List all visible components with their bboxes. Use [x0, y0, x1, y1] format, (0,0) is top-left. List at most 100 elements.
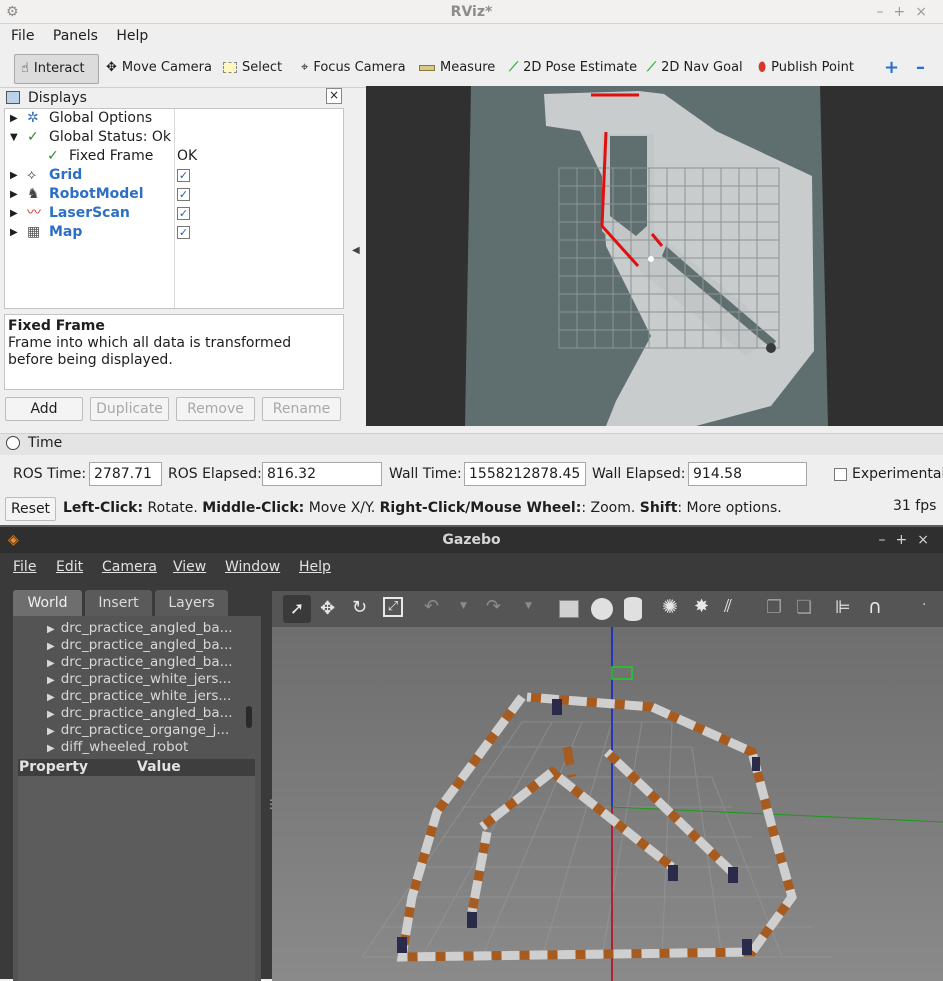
interact-tool[interactable]: ☝ Interact: [14, 54, 99, 84]
gazebo-menu-edit[interactable]: Edit: [56, 555, 83, 579]
status-hint: Left-Click: Rotate. Middle-Click: Move X…: [63, 500, 782, 516]
gazebo-menu-view[interactable]: View: [173, 555, 206, 579]
chevron-down-icon[interactable]: ▼: [460, 601, 467, 611]
spot-light-icon[interactable]: ✸: [694, 596, 709, 617]
rename-button[interactable]: Rename: [262, 397, 341, 421]
ros-elapsed-field[interactable]: 816.32: [262, 462, 382, 486]
gazebo-menu-window[interactable]: Window: [225, 555, 280, 579]
expand-arrow-icon[interactable]: ▶: [10, 109, 18, 128]
laserscan-enabled-checkbox[interactable]: ✓: [177, 207, 190, 220]
experimental-checkbox[interactable]: [834, 468, 847, 481]
collapse-panel-arrow-icon[interactable]: ◀: [352, 245, 360, 256]
list-item[interactable]: ▶ drc_practice_angled_ba...: [47, 654, 233, 671]
map-pin-icon: ⬮: [758, 60, 767, 75]
pose-estimate-tool[interactable]: ⟋ 2D Pose Estimate: [503, 54, 643, 84]
rviz-title-bar: ⚙ RViz* –+×: [0, 0, 943, 24]
publish-point-tool[interactable]: ⬮ Publish Point: [752, 54, 860, 84]
gazebo-toolbar: ➚ ✥ ↻ ⤢ ↶ ▼ ↷ ▼ ✺ ✸ ⫽ ❐ ❏ ⊫ ∩ ⋅: [272, 591, 943, 627]
list-item[interactable]: ▶ drc_practice_organge_j...: [47, 722, 229, 739]
rviz-menu-panels[interactable]: Panels: [53, 28, 98, 44]
expand-arrow-icon[interactable]: ▶: [10, 185, 18, 204]
copy-icon[interactable]: ❐: [766, 597, 782, 618]
rviz-menu-help[interactable]: Help: [116, 28, 148, 44]
rviz-toolbar: ☝ Interact ✥ Move Camera Select ⌖ Focus Cam…: [0, 48, 943, 88]
rviz-menu-bar: File Panels Help: [0, 24, 943, 48]
redo-icon[interactable]: ↷: [486, 596, 501, 617]
nav-goal-tool[interactable]: ⟋ 2D Nav Goal: [641, 54, 749, 84]
gazebo-window-controls[interactable]: –+×: [879, 527, 939, 553]
tab-world[interactable]: World: [13, 590, 82, 616]
chevron-down-icon[interactable]: ▼: [525, 601, 532, 611]
rviz-menu-file[interactable]: File: [11, 28, 34, 44]
wall-elapsed-field[interactable]: 914.58: [688, 462, 807, 486]
tree-row-laserscan[interactable]: ▶ 〰 LaserScan ✓: [5, 204, 343, 223]
grid-enabled-checkbox[interactable]: ✓: [177, 169, 190, 182]
tree-row-grid[interactable]: ▶ ⟡ Grid ✓: [5, 166, 343, 185]
expand-arrow-icon[interactable]: ▶: [10, 223, 18, 242]
reset-button[interactable]: Reset: [5, 497, 56, 521]
list-item[interactable]: ▶ drc_practice_white_jers...: [47, 688, 231, 705]
list-scrollbar[interactable]: [246, 706, 252, 728]
map-icon: ▦: [27, 224, 41, 240]
point-light-icon[interactable]: ✺: [662, 596, 678, 618]
snap-magnet-icon[interactable]: ∩: [868, 596, 882, 618]
tree-row-global-options[interactable]: ▶ ✲ Global Options: [5, 109, 343, 128]
list-item[interactable]: ▶ drc_practice_angled_ba...: [47, 637, 233, 654]
duplicate-button[interactable]: Duplicate: [90, 397, 169, 421]
rviz-window-title: RViz*: [450, 4, 493, 20]
tree-row-global-status[interactable]: ▼ ✓ Global Status: Ok: [5, 128, 343, 147]
translate-icon[interactable]: ✥: [320, 598, 335, 619]
box-shape-icon[interactable]: [559, 600, 579, 618]
add-tool-icon[interactable]: +: [878, 54, 905, 84]
select-tool[interactable]: Select: [217, 54, 288, 84]
add-button[interactable]: Add: [5, 397, 83, 421]
undo-icon[interactable]: ↶: [424, 596, 439, 617]
expand-arrow-icon[interactable]: ▶: [10, 204, 18, 223]
move-icon: ✥: [106, 60, 117, 75]
rviz-window-controls[interactable]: –+×: [877, 0, 937, 24]
gazebo-menu-help[interactable]: Help: [299, 555, 331, 579]
sphere-shape-icon[interactable]: [591, 598, 613, 620]
cylinder-shape-icon[interactable]: [624, 597, 642, 621]
remove-button[interactable]: Remove: [176, 397, 255, 421]
laser-icon: 〰: [27, 205, 41, 221]
scale-icon[interactable]: ⤢: [383, 597, 403, 617]
paste-icon[interactable]: ❏: [796, 597, 812, 618]
gazebo-menu-file[interactable]: File: [13, 555, 36, 579]
map-enabled-checkbox[interactable]: ✓: [177, 226, 190, 239]
focus-camera-tool[interactable]: ⌖ Focus Camera: [295, 54, 412, 84]
focus-icon: ⌖: [301, 60, 309, 75]
fixed-frame-value[interactable]: OK: [177, 147, 197, 166]
gear-icon: ✲: [27, 110, 39, 126]
tree-row-robotmodel[interactable]: ▶ ♞ RobotModel ✓: [5, 185, 343, 204]
wall-time-field[interactable]: 1558212878.45: [464, 462, 586, 486]
directional-light-icon[interactable]: ⫽: [724, 596, 732, 617]
remove-tool-icon[interactable]: –: [910, 54, 931, 84]
monitor-icon: [6, 91, 20, 104]
move-camera-tool[interactable]: ✥ Move Camera: [100, 54, 218, 84]
ros-time-field[interactable]: 2787.71: [89, 462, 162, 486]
gazebo-menu-camera[interactable]: Camera: [102, 555, 157, 579]
ruler-icon: [419, 64, 435, 71]
rviz-3d-view[interactable]: [366, 86, 943, 426]
list-item[interactable]: ▶ drc_practice_white_jers...: [47, 671, 231, 688]
align-icon[interactable]: ⊫: [835, 597, 851, 618]
wall-elapsed-label: Wall Elapsed:: [592, 466, 686, 482]
gazebo-3d-view[interactable]: [272, 627, 943, 981]
tree-row-fixed-frame[interactable]: ✓ Fixed Frame OK: [5, 147, 343, 166]
more-tools-icon[interactable]: ⋅: [922, 597, 926, 613]
rotate-icon[interactable]: ↻: [352, 597, 367, 618]
arrow-select-icon[interactable]: ➚: [283, 595, 311, 623]
tab-layers[interactable]: Layers: [155, 590, 228, 616]
close-icon[interactable]: ×: [326, 88, 342, 104]
measure-tool[interactable]: Measure: [413, 54, 501, 84]
list-item[interactable]: ▶ drc_practice_angled_ba...: [47, 620, 233, 637]
map-render: [465, 86, 828, 426]
collapse-arrow-icon[interactable]: ▼: [10, 128, 18, 147]
tab-insert[interactable]: Insert: [85, 590, 152, 616]
expand-arrow-icon[interactable]: ▶: [10, 166, 18, 185]
list-item[interactable]: ▶ drc_practice_angled_ba...: [47, 705, 233, 722]
list-item[interactable]: ▶ diff_wheeled_robot: [47, 739, 188, 756]
tree-row-map[interactable]: ▶ ▦ Map ✓: [5, 223, 343, 242]
robotmodel-enabled-checkbox[interactable]: ✓: [177, 188, 190, 201]
